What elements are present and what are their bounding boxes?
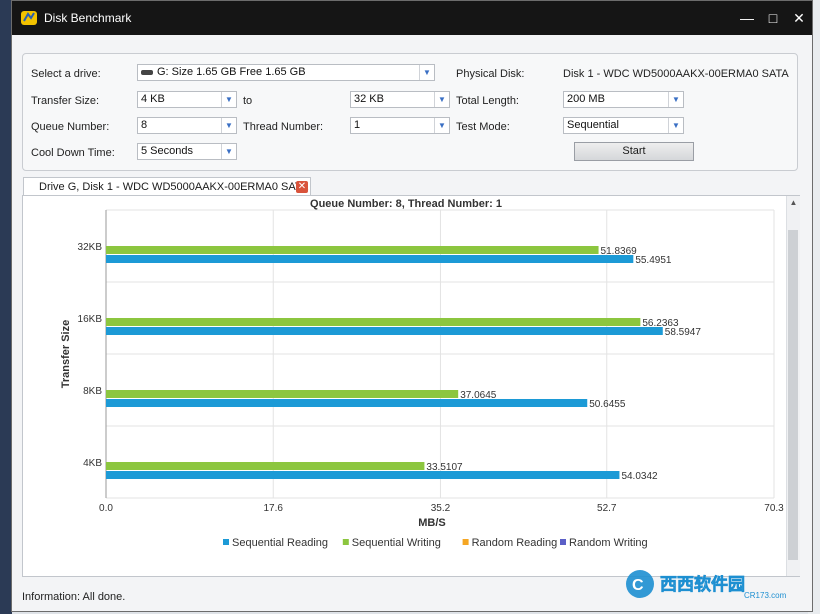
window-title: Disk Benchmark (44, 11, 132, 25)
legend-item: Sequential Reading (232, 537, 328, 549)
bar-sequential-reading (106, 471, 620, 479)
y-tick-label: 4KB (83, 458, 102, 469)
bar-sequential-writing (106, 390, 459, 398)
legend-item: Random Writing (569, 537, 648, 549)
site-watermark: C 西西软件园 CR173.com (626, 570, 787, 600)
chevron-down-icon[interactable]: ▼ (668, 118, 683, 133)
x-tick-label: 52.7 (597, 503, 617, 514)
thread-number-select[interactable]: 1 ▼ (350, 117, 450, 134)
bar-sequential-writing (106, 318, 641, 326)
test-mode-select[interactable]: Sequential ▼ (563, 117, 684, 134)
watermark-subtext: CR173.com (744, 591, 787, 600)
legend-swatch (342, 539, 349, 545)
y-tick-label: 16KB (78, 314, 103, 325)
thread-number-value: 1 (354, 119, 361, 131)
title-bar[interactable]: Disk Benchmark — □ ✕ (12, 1, 812, 35)
total-length-select[interactable]: 200 MB ▼ (563, 91, 684, 108)
cool-down-select[interactable]: 5 Seconds ▼ (137, 143, 237, 160)
cool-down-value: 5 Seconds (141, 145, 193, 157)
maximize-button[interactable]: □ (760, 5, 786, 31)
results-panel: Queue Number: 8, Thread Number: 1 0.0 17.… (22, 195, 800, 577)
bar-sequential-reading (106, 399, 588, 407)
x-axis-title: MB/S (418, 517, 446, 529)
chevron-down-icon[interactable]: ▼ (434, 92, 449, 107)
bar-sequential-writing (106, 462, 425, 470)
transfer-size-from-select[interactable]: 4 KB ▼ (137, 91, 237, 108)
chevron-down-icon[interactable]: ▼ (668, 92, 683, 107)
legend-item: Sequential Writing (352, 537, 441, 549)
minimize-button[interactable]: — (734, 5, 760, 31)
svg-text:C: C (632, 577, 644, 594)
y-tick-label: 8KB (83, 386, 102, 397)
chevron-down-icon[interactable]: ▼ (434, 118, 449, 133)
transfer-size-to-select[interactable]: 32 KB ▼ (350, 91, 450, 108)
chevron-down-icon[interactable]: ▼ (221, 144, 236, 159)
benchmark-chart: 0.0 17.6 35.2 52.7 70.332KB 51.836955.495116K… (60, 209, 784, 549)
queue-number-value: 8 (141, 119, 148, 131)
app-icon (21, 11, 37, 25)
total-length-label: Total Length: (456, 95, 519, 107)
drive-select[interactable]: G: Size 1.65 GB Free 1.65 GB ▼ (137, 64, 435, 81)
thread-number-label: Thread Number: (243, 121, 324, 133)
drive-icon (141, 69, 153, 75)
legend-swatch (223, 539, 229, 545)
status-text: Information: All done. (22, 591, 126, 603)
cool-down-label: Cool Down Time: (31, 147, 115, 159)
transfer-size-from-value: 4 KB (141, 93, 165, 105)
data-label-sequential-reading: 58.5947 (665, 327, 702, 338)
transfer-size-label: Transfer Size: (31, 95, 100, 107)
bar-sequential-reading (106, 255, 634, 263)
watermark-text: 西西软件园 (660, 574, 745, 594)
scroll-up-icon[interactable]: ▲ (787, 196, 800, 209)
disk-benchmark-window: Disk Benchmark — □ ✕ Select a drive: G: … (11, 0, 813, 612)
y-tick-label: 32KB (78, 242, 103, 253)
to-label: to (243, 95, 253, 107)
legend-item: Random Reading (472, 537, 558, 549)
benchmark-settings-panel: Select a drive: G: Size 1.65 GB Free 1.6… (22, 53, 798, 171)
drive-select-value: G: Size 1.65 GB Free 1.65 GB (157, 66, 306, 78)
chevron-down-icon[interactable]: ▼ (221, 118, 236, 133)
transfer-size-to-value: 32 KB (354, 93, 384, 105)
x-tick-label: 70.3 (764, 503, 784, 514)
total-length-value: 200 MB (567, 93, 605, 105)
select-drive-label: Select a drive: (31, 68, 101, 80)
close-button[interactable]: ✕ (786, 5, 812, 31)
bar-sequential-writing (106, 246, 599, 254)
x-tick-label: 35.2 (431, 503, 451, 514)
x-tick-label: 17.6 (264, 503, 284, 514)
queue-number-select[interactable]: 8 ▼ (137, 117, 237, 134)
legend-swatch (560, 539, 566, 545)
tab-label: Drive G, Disk 1 - WDC WD5000AAKX-00ERMA0… (39, 181, 309, 193)
chevron-down-icon[interactable]: ▼ (419, 65, 434, 80)
test-mode-value: Sequential (567, 119, 619, 131)
y-axis-title: Transfer Size (60, 320, 72, 388)
vertical-scrollbar[interactable]: ▲ (786, 196, 800, 576)
x-tick-label: 0.0 (99, 503, 113, 514)
test-mode-label: Test Mode: (456, 121, 510, 133)
chevron-down-icon[interactable]: ▼ (221, 92, 236, 107)
legend-swatch (462, 539, 469, 545)
close-tab-icon[interactable]: ✕ (296, 181, 308, 193)
queue-number-label: Queue Number: (31, 121, 110, 133)
start-button[interactable]: Start (574, 142, 694, 161)
data-label-sequential-reading: 55.4951 (635, 255, 672, 266)
scrollbar-thumb[interactable] (788, 230, 798, 560)
tab-drive-g[interactable]: Drive G, Disk 1 - WDC WD5000AAKX-00ERMA0… (23, 177, 311, 196)
data-label-sequential-reading: 54.0342 (621, 471, 658, 482)
physical-disk-value: Disk 1 - WDC WD5000AAKX-00ERMA0 SATA (563, 68, 789, 80)
bar-sequential-reading (106, 327, 663, 335)
data-label-sequential-reading: 50.6455 (589, 399, 626, 410)
physical-disk-label: Physical Disk: (456, 68, 525, 80)
